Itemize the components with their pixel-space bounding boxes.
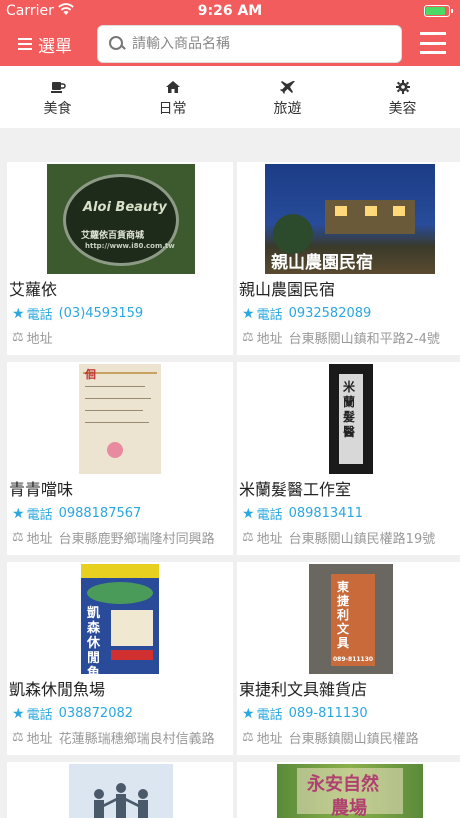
store-photo: 親山農園民宿 xyxy=(265,164,435,274)
star-icon: ★ xyxy=(242,705,255,722)
category-food[interactable]: 美食 xyxy=(0,66,115,128)
category-label: 日常 xyxy=(158,101,187,117)
search-icon xyxy=(108,35,126,53)
store-phone[interactable]: ★ 電話 0932582089 xyxy=(242,304,371,324)
store-card[interactable]: Aloi Beauty 艾蘿依百貨商城 http://www.i80.com.t… xyxy=(7,162,233,355)
category-travel[interactable]: 旅遊 xyxy=(230,66,345,128)
store-card[interactable]: 米蘭髮醫 米蘭髮醫工作室 ★ 電話 089813411 ⚖ 地址 台東縣關山鎮民… xyxy=(237,362,460,555)
store-address: ⚖ 地址 台東縣鎮關山鎮民權路 xyxy=(242,730,419,747)
store-phone[interactable]: ★ 電話 089-811130 xyxy=(242,704,368,724)
store-photo xyxy=(69,764,173,818)
status-bar: Carrier 9:26 AM xyxy=(0,0,460,22)
scale-icon: ⚖ xyxy=(242,330,254,345)
category-daily[interactable]: 日常 xyxy=(115,66,230,128)
sign-text: 佪 xyxy=(85,368,96,381)
store-card[interactable]: 永安自然 農場 xyxy=(237,762,460,818)
store-name: 青青噹味 xyxy=(9,480,74,499)
menu-icon xyxy=(18,38,32,50)
category-beauty[interactable]: 美容 xyxy=(345,66,460,128)
category-label: 美食 xyxy=(43,101,72,117)
store-name: 艾蘿依 xyxy=(9,280,58,299)
sign-text: 親山農園民宿 xyxy=(271,253,373,273)
nav-bar: 選單 xyxy=(0,22,460,66)
star-icon: ★ xyxy=(12,305,25,322)
store-address: ⚖ 地址 台東縣鹿野鄉瑞隆村同興路 xyxy=(12,530,215,547)
coffee-cup-icon xyxy=(50,82,66,93)
scale-icon: ⚖ xyxy=(12,530,24,545)
menu-button[interactable]: 選單 xyxy=(18,30,72,58)
store-name: 親山農園民宿 xyxy=(239,280,336,299)
sign-text: 艾蘿依百貨商城 xyxy=(81,231,145,241)
sign-text: 東捷利文具 xyxy=(337,580,350,650)
sign-text: 089-811130 xyxy=(333,656,374,663)
store-photo: 永安自然 農場 xyxy=(277,764,423,818)
sign-text: 凱森休閒魚池 xyxy=(87,606,101,674)
store-card[interactable]: 親山農園民宿 親山農園民宿 ★ 電話 0932582089 ⚖ 地址 台東縣關山… xyxy=(237,162,460,355)
store-photo: 凱森休閒魚池 xyxy=(81,564,159,674)
scale-icon: ⚖ xyxy=(12,330,24,345)
menu-label: 選單 xyxy=(38,36,72,57)
store-card[interactable]: 東捷利文具 089-811130 東捷利文具雜貨店 ★ 電話 089-81113… xyxy=(237,562,460,755)
sign-text: 永安自然 xyxy=(307,774,379,795)
store-photo: Aloi Beauty 艾蘿依百貨商城 http://www.i80.com.t… xyxy=(47,164,195,274)
store-name: 米蘭髮醫工作室 xyxy=(239,480,352,499)
store-photo: 米蘭髮醫 xyxy=(329,364,373,474)
home-icon xyxy=(165,81,180,93)
store-address: ⚖ 地址 台東縣關山鎮和平路2-4號 xyxy=(242,330,440,347)
search-box[interactable] xyxy=(97,25,402,63)
category-bar: 美食 日常 旅遊 美容 xyxy=(0,66,460,128)
category-label: 旅遊 xyxy=(273,101,302,117)
store-card[interactable] xyxy=(7,762,233,818)
store-phone[interactable]: ★ 電話 0988187567 xyxy=(12,504,141,524)
airplane-icon xyxy=(280,81,295,94)
store-address: ⚖ 地址 xyxy=(12,330,53,347)
star-icon: ★ xyxy=(12,705,25,722)
store-photo: 東捷利文具 089-811130 xyxy=(309,564,393,674)
sign-text: 米蘭髮醫 xyxy=(343,380,356,439)
clock: 9:26 AM xyxy=(197,3,263,19)
battery-icon xyxy=(424,5,453,17)
store-address: ⚖ 地址 花蓮縣瑞穗鄉瑞良村信義路 xyxy=(12,730,215,747)
star-icon: ★ xyxy=(12,505,25,522)
store-card[interactable]: 凱森休閒魚池 凱森休閒魚場 ★ 電話 038872082 ⚖ 地址 花蓮縣瑞穗鄉… xyxy=(7,562,233,755)
sign-text: http://www.i80.com.tw xyxy=(85,242,175,250)
star-icon: ★ xyxy=(242,305,255,322)
people-silhouette-icon xyxy=(94,783,148,818)
store-card[interactable]: 佪 青青噹味 ★ 電話 0988187567 ⚖ 地址 台東縣鹿野鄉瑞隆村同興路 xyxy=(7,362,233,555)
scale-icon: ⚖ xyxy=(242,730,254,745)
sign-text: Aloi Beauty xyxy=(83,200,167,215)
gear-icon xyxy=(395,80,410,94)
store-name: 東捷利文具雜貨店 xyxy=(239,680,368,699)
store-phone[interactable]: ★ 電話 038872082 xyxy=(12,704,133,724)
store-phone[interactable]: ★ 電話 089813411 xyxy=(242,504,363,524)
store-photo: 佪 xyxy=(79,364,161,474)
hamburger-menu-icon[interactable] xyxy=(420,32,446,54)
search-input[interactable] xyxy=(132,36,382,52)
scale-icon: ⚖ xyxy=(12,730,24,745)
category-label: 美容 xyxy=(388,101,417,117)
scale-icon: ⚖ xyxy=(242,530,254,545)
store-phone[interactable]: ★ 電話 (03)4593159 xyxy=(12,304,143,324)
star-icon: ★ xyxy=(242,505,255,522)
sign-text: 農場 xyxy=(331,798,367,818)
store-name: 凱森休閒魚場 xyxy=(9,680,106,699)
store-address: ⚖ 地址 台東縣關山鎮民權路19號 xyxy=(242,530,436,547)
